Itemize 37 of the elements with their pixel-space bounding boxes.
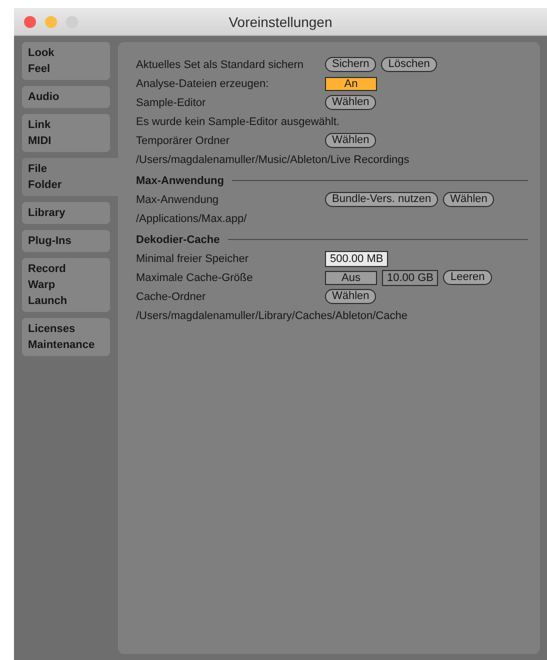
sidebar-tab[interactable]: Record Warp Launch — [22, 258, 110, 312]
sidebar-tab[interactable]: Licenses Maintenance — [22, 318, 110, 356]
value-field[interactable]: 10.00 GB — [382, 270, 438, 286]
pill-button[interactable]: Wählen — [325, 95, 376, 110]
sidebar-tab[interactable]: Library — [22, 202, 110, 224]
setting-label: Temporärer Ordner — [136, 134, 231, 146]
pill-button[interactable]: Wählen — [443, 192, 494, 207]
sidebar-tab[interactable]: Audio — [22, 86, 110, 108]
sidebar-tab[interactable]: Plug-Ins — [22, 230, 110, 252]
setting-label: Max-Anwendung — [136, 194, 220, 206]
info-text: /Applications/Max.app/ — [136, 212, 247, 224]
pill-button[interactable]: Leeren — [443, 270, 492, 285]
toggle-button[interactable]: Aus — [325, 270, 377, 284]
pill-button[interactable]: Bundle-Vers. nutzen — [325, 192, 438, 207]
pill-button[interactable]: Sichern — [325, 57, 376, 72]
info-text: /Users/magdalenamuller/Library/Caches/Ableton/Cache — [136, 310, 408, 322]
close-button[interactable] — [24, 16, 36, 28]
info-text: /Users/magdalenamuller/Music/Ableton/Live Recordings — [136, 154, 410, 166]
setting-label: Analyse-Dateien erzeugen: — [136, 78, 270, 90]
minimize-button[interactable] — [45, 16, 57, 28]
section-heading: Dekodier-Cache — [136, 234, 220, 246]
sidebar-tab[interactable]: File Folder — [22, 158, 118, 196]
setting-label: Sample-Editor — [136, 96, 207, 108]
setting-label: Aktuelles Set als Standard sichern — [136, 58, 305, 70]
toggle-button[interactable]: An — [325, 76, 377, 90]
window-title: Voreinstellungen — [228, 14, 332, 30]
section-heading: Max-Anwendung — [136, 174, 224, 186]
sidebar-tab[interactable]: Link MIDI — [22, 114, 110, 152]
value-field[interactable]: 500.00 MB — [325, 250, 388, 266]
setting-label: Maximale Cache-Größe — [136, 272, 254, 284]
info-text: Es wurde kein Sample-Editor ausgewählt. — [136, 116, 340, 128]
pill-button[interactable]: Wählen — [325, 133, 376, 148]
sidebar-tab[interactable]: Look Feel — [22, 42, 110, 80]
pill-button[interactable]: Wählen — [325, 289, 376, 304]
setting-label: Cache-Ordner — [136, 290, 207, 302]
pill-button[interactable]: Löschen — [381, 57, 437, 72]
setting-label: Minimal freier Speicher — [136, 252, 250, 264]
